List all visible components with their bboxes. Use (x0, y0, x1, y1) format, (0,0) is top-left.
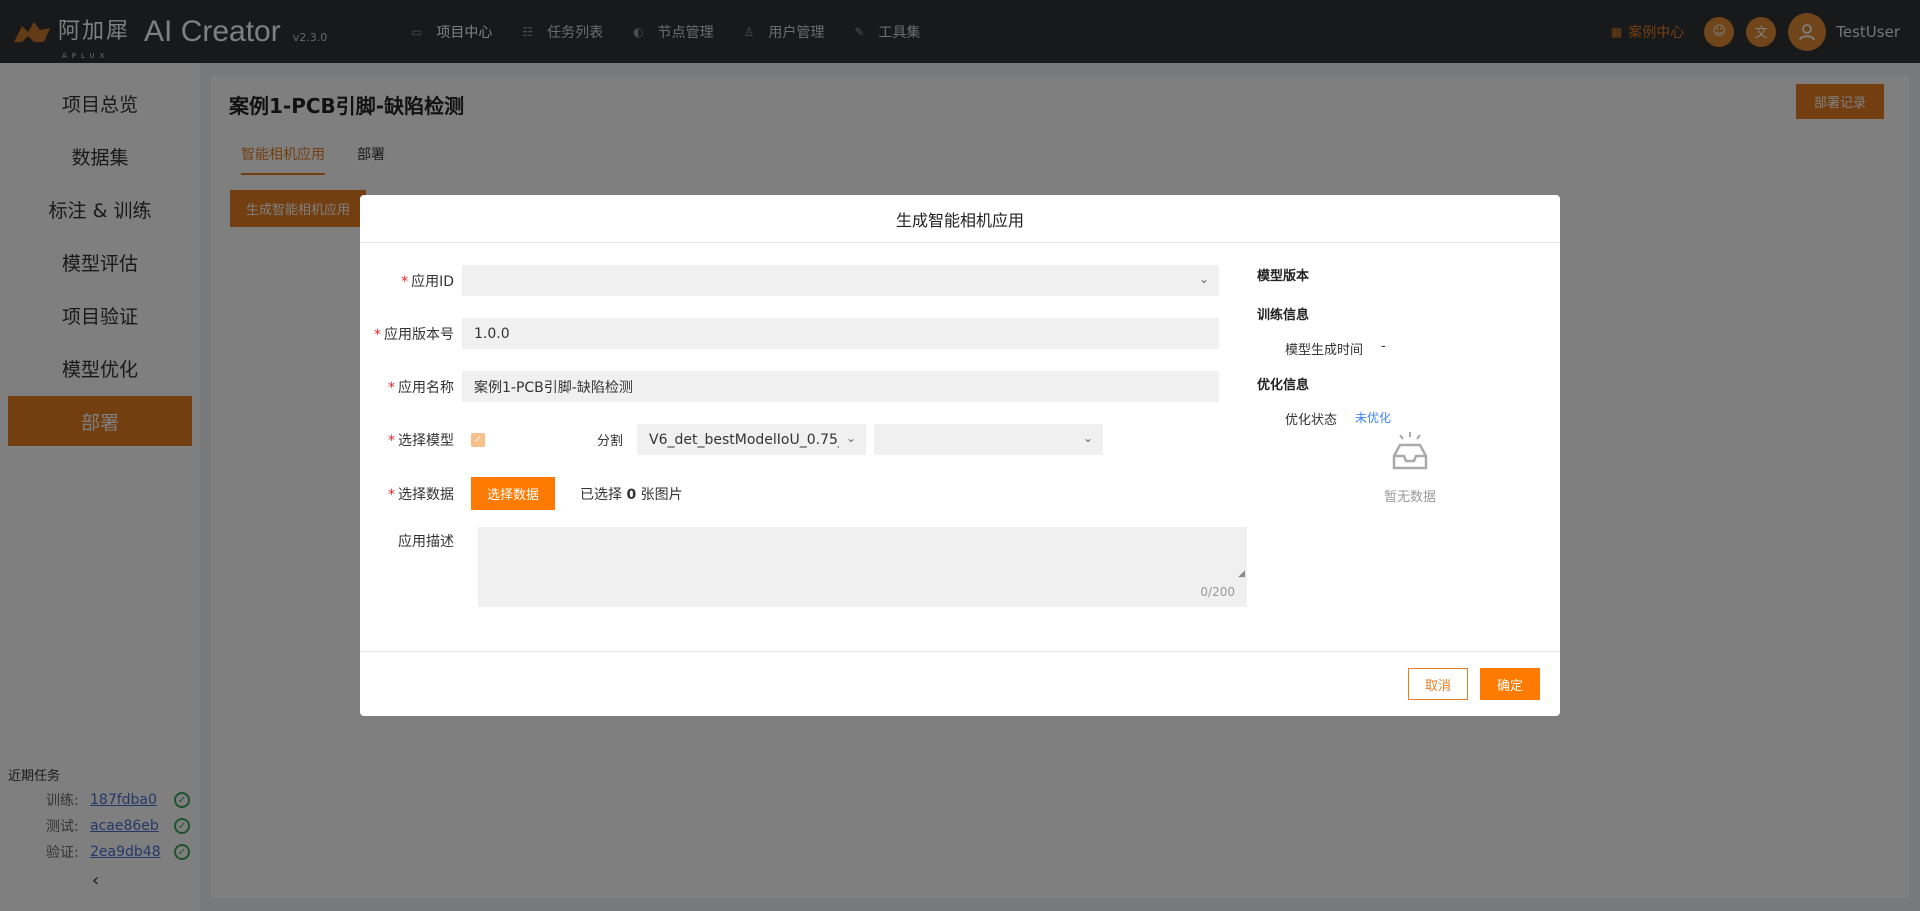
chevron-down-icon: ⌄ (845, 431, 857, 445)
model-info-panel: 模型版本 训练信息 模型生成时间 - 优化信息 优化状态 未优化 暂无数据 (1257, 265, 1547, 505)
model-value: V6_det_bestModelIoU_0.75_v_t_0.9 (649, 431, 839, 448)
data-row: * 选择数据 选择数据 已选择 0 张图片 (360, 477, 683, 510)
required-mark: * (388, 486, 395, 503)
char-counter: 0/200 (1200, 585, 1235, 599)
version-input[interactable]: 1.0.0 (462, 318, 1219, 349)
generate-app-dialog: 生成智能相机应用 * 应用ID ⌄ * 应用版本号 1.0.0 * 应用名称 案例1-… (360, 195, 1560, 716)
required-mark: * (388, 432, 395, 449)
selected-count: 0 (626, 486, 637, 503)
empty-state: 暂无数据 (1335, 430, 1485, 505)
model-checkbox[interactable]: ✓ (471, 432, 485, 447)
segment-label: 分割 (597, 434, 624, 449)
resize-handle-icon[interactable]: ◢ (1238, 569, 1245, 579)
gen-time-value: - (1381, 339, 1386, 354)
selected-count-text: 已选择 0 张图片 (580, 484, 683, 504)
model-version-select[interactable]: ⌄ (874, 424, 1104, 455)
cancel-button[interactable]: 取消 (1408, 668, 1468, 700)
desc-row: 应用描述 (360, 531, 462, 551)
app-name-input[interactable]: 案例1-PCB引脚-缺陷检测 (462, 371, 1219, 402)
description-textarea[interactable]: ◢ 0/200 (478, 527, 1247, 607)
required-mark: * (388, 379, 395, 396)
selected-suffix: 张图片 (640, 486, 683, 503)
chevron-down-icon: ⌄ (1198, 272, 1209, 286)
dialog-title: 生成智能相机应用 (360, 195, 1560, 243)
name-row: * 应用名称 案例1-PCB引脚-缺陷检测 (360, 371, 1219, 402)
no-data-text: 暂无数据 (1383, 490, 1436, 505)
dialog-footer: 取消 确定 (360, 651, 1560, 716)
confirm-button[interactable]: 确定 (1480, 668, 1540, 700)
model-label-wrap: * 选择模型 (360, 430, 462, 450)
train-info-heading: 训练信息 (1257, 308, 1310, 323)
select-data-button[interactable]: 选择数据 (471, 477, 556, 510)
name-label-wrap: * 应用名称 (360, 377, 462, 397)
gen-time-row: 模型生成时间 - (1257, 339, 1547, 358)
selected-prefix: 已选择 (580, 486, 623, 503)
empty-inbox-icon (1392, 432, 1428, 470)
model-row: *选择模型 ✓ 分割 V6_det_bestModelIoU_0.75_v_t_… (360, 424, 1104, 455)
model-label: 选择模型 (398, 432, 454, 449)
app-id-select[interactable]: ⌄ (462, 265, 1219, 296)
model-version-heading: 模型版本 (1257, 269, 1310, 284)
data-label-wrap: * 选择数据 (360, 484, 462, 504)
version-label-wrap: * 应用版本号 (360, 324, 462, 344)
version-label: 应用版本号 (384, 326, 454, 343)
required-mark: * (401, 273, 409, 290)
app-id-label: 应用ID (411, 273, 454, 290)
model-select[interactable]: V6_det_bestModelIoU_0.75_v_t_0.9 ⌄ (637, 424, 867, 455)
opt-info-heading: 优化信息 (1257, 378, 1310, 393)
gen-time-label: 模型生成时间 (1285, 343, 1364, 358)
app-id-row: * 应用ID ⌄ (360, 265, 1219, 296)
required-mark: * (374, 326, 381, 343)
app-id-label-wrap: * 应用ID (360, 271, 462, 291)
data-label: 选择数据 (398, 486, 454, 503)
name-label: 应用名称 (398, 379, 454, 396)
opt-status-value[interactable]: 未优化 (1355, 409, 1391, 428)
desc-label: 应用描述 (398, 534, 454, 550)
opt-status-row: 优化状态 未优化 (1257, 409, 1547, 428)
chevron-down-icon: ⌄ (1082, 431, 1094, 445)
version-row: * 应用版本号 1.0.0 (360, 318, 1219, 349)
opt-status-label: 优化状态 (1285, 413, 1338, 428)
